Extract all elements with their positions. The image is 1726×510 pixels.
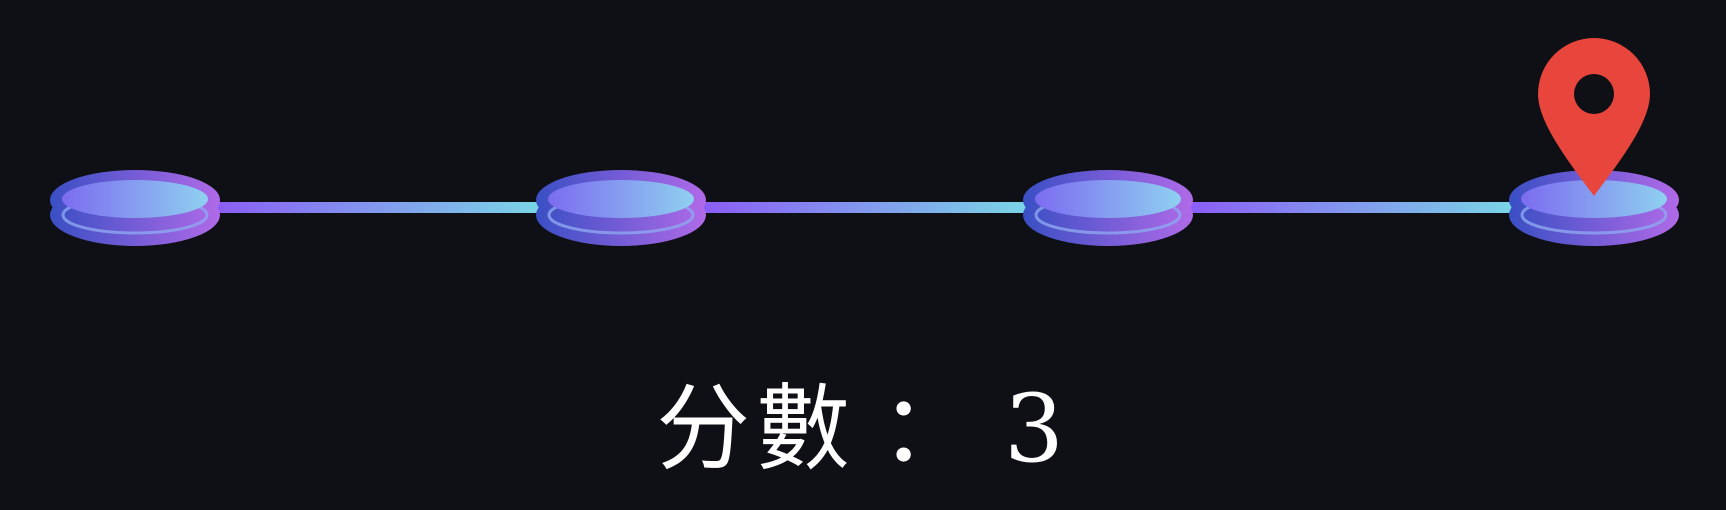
bridge-connector-1 — [212, 202, 542, 213]
score-display: 分數： 3 — [0, 370, 1726, 490]
stepping-stone-icon[interactable] — [1023, 170, 1193, 246]
game-stage: 分數： 3 — [0, 0, 1726, 510]
score-label: 分數 — [656, 375, 857, 484]
bridge-connector-2 — [700, 202, 1030, 213]
stepping-stone-icon[interactable] — [50, 170, 220, 246]
location-pin-icon — [1538, 38, 1650, 196]
bridge-connector-3 — [1186, 202, 1516, 213]
score-separator: ： — [880, 375, 981, 484]
score-value: 3 — [1004, 375, 1070, 484]
stepping-stone-icon[interactable] — [536, 170, 706, 246]
